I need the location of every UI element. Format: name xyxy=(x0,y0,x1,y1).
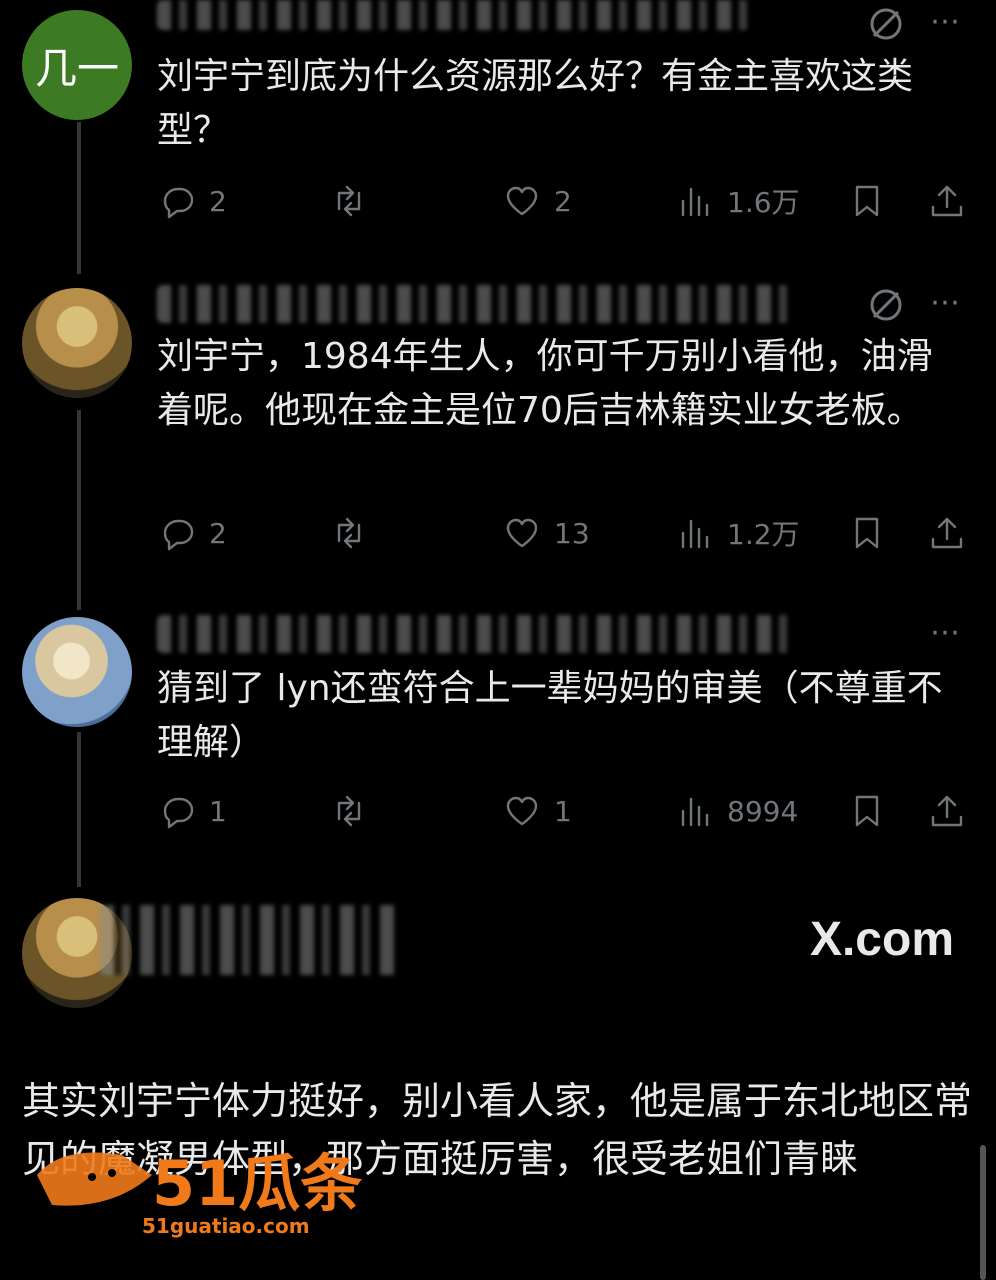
reply-icon xyxy=(163,797,194,829)
bookmark-icon xyxy=(855,185,879,217)
author-header-redacted xyxy=(157,0,757,30)
post-text: 猜到了 lyn还蛮符合上一辈妈妈的审美（不尊重不理解） xyxy=(157,668,943,763)
reply-count: 1 xyxy=(209,794,227,828)
watermark-brand: 51瓜条 xyxy=(152,1147,362,1220)
watermark-url: 51guatiao.com xyxy=(142,1214,310,1238)
avatar[interactable]: 几一 xyxy=(22,10,132,120)
reply-count: 2 xyxy=(209,516,227,550)
watermark-logo: 51瓜条 51guatiao.com xyxy=(37,1147,362,1238)
avatar[interactable] xyxy=(22,288,132,398)
watermark-dot xyxy=(108,1169,116,1177)
reply-icon xyxy=(163,519,194,551)
retweet-button[interactable] xyxy=(329,510,369,556)
like-count: 1 xyxy=(554,794,572,828)
post-actions: 1 1 8994 xyxy=(157,788,972,834)
like-count: 2 xyxy=(554,184,572,218)
post-text: 刘宇宁到底为什么资源那么好？有金主喜欢这类型？ xyxy=(157,56,914,151)
reply-button[interactable]: 1 xyxy=(157,788,227,834)
author-header-redacted xyxy=(157,615,797,653)
author-header-redacted xyxy=(157,285,797,323)
views-button[interactable]: 1.6万 xyxy=(675,178,800,224)
share-button[interactable] xyxy=(927,510,967,556)
retweet-button[interactable] xyxy=(329,178,369,224)
share-button[interactable] xyxy=(927,788,967,834)
more-icon[interactable]: ⋯ xyxy=(930,4,960,39)
author-header-redacted xyxy=(100,905,400,975)
grok-icon[interactable] xyxy=(866,285,906,333)
like-icon xyxy=(506,186,538,216)
bookmark-button[interactable] xyxy=(847,510,887,556)
site-label: X.com xyxy=(809,913,954,966)
more-icon[interactable]: ⋯ xyxy=(930,615,960,650)
retweet-icon xyxy=(337,517,361,549)
share-icon xyxy=(931,185,963,217)
views-icon xyxy=(681,797,709,827)
reply-button[interactable]: 2 xyxy=(157,178,227,224)
like-button[interactable]: 13 xyxy=(502,510,590,556)
thread-line-3 xyxy=(77,732,81,887)
views-icon xyxy=(681,519,709,549)
views-icon xyxy=(681,187,709,217)
views-button[interactable]: 8994 xyxy=(675,788,798,834)
views-count: 1.6万 xyxy=(727,186,800,219)
post-actions: 2 2 1.6万 xyxy=(157,178,972,224)
thread-line-1 xyxy=(77,122,81,274)
share-icon xyxy=(931,795,963,827)
bookmark-icon xyxy=(855,517,879,549)
grok-icon[interactable] xyxy=(866,4,906,52)
views-button[interactable]: 1.2万 xyxy=(675,510,800,556)
thread-line-2 xyxy=(77,410,81,610)
like-count: 13 xyxy=(554,516,590,550)
retweet-button[interactable] xyxy=(329,788,369,834)
bookmark-button[interactable] xyxy=(847,178,887,224)
reply-count: 2 xyxy=(209,184,227,218)
views-count: 8994 xyxy=(727,794,799,828)
reply-button[interactable]: 2 xyxy=(157,510,227,556)
scrollbar[interactable] xyxy=(980,1145,986,1280)
share-icon xyxy=(931,517,963,549)
retweet-icon xyxy=(337,795,361,827)
post-text: 刘宇宁，1984年生人，你可千万别小看他，油滑着呢。他现在金主是位70后吉林籍实… xyxy=(157,336,933,431)
watermark-dot xyxy=(88,1173,96,1181)
like-icon xyxy=(506,518,538,548)
like-button[interactable]: 2 xyxy=(502,178,572,224)
like-button[interactable]: 1 xyxy=(502,788,572,834)
share-button[interactable] xyxy=(927,178,967,224)
bookmark-button[interactable] xyxy=(847,788,887,834)
more-icon[interactable]: ⋯ xyxy=(930,285,960,320)
like-icon xyxy=(506,796,538,826)
views-count: 1.2万 xyxy=(727,518,800,551)
avatar[interactable] xyxy=(22,617,132,727)
bookmark-icon xyxy=(855,795,879,827)
reply-icon xyxy=(163,187,194,219)
retweet-icon xyxy=(337,185,361,217)
post-actions: 2 13 1.2万 xyxy=(157,510,972,556)
